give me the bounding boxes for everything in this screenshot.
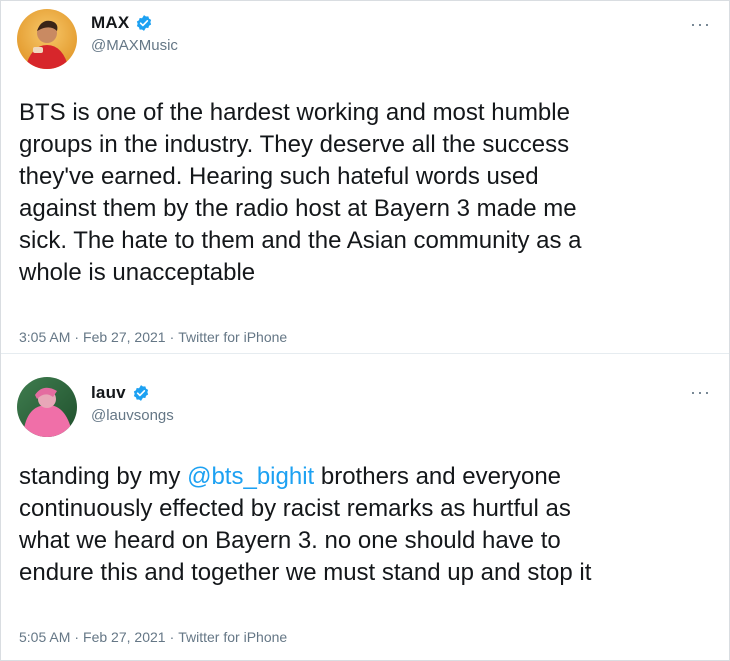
tweet-source[interactable]: Twitter for iPhone: [178, 329, 287, 345]
avatar[interactable]: [17, 9, 77, 69]
tweet-card-max[interactable]: MAX @MAXMusic ··· BTS is one of the hard…: [1, 1, 729, 353]
author-name-row: MAX: [91, 13, 153, 33]
tweet-source[interactable]: Twitter for iPhone: [178, 629, 287, 645]
verified-badge-icon: [132, 384, 150, 402]
mention-link[interactable]: @bts_bighit: [187, 463, 314, 490]
display-name[interactable]: lauv: [91, 383, 126, 403]
tweet-text: standing by my @bts_bighit brothers and …: [19, 461, 709, 589]
tweet-metadata: 5:05 AM · Feb 27, 2021 · Twitter for iPh…: [19, 629, 287, 645]
more-options-icon[interactable]: ···: [690, 15, 711, 33]
more-options-icon[interactable]: ···: [690, 383, 711, 401]
display-name[interactable]: MAX: [91, 13, 129, 33]
tweet-text-before-mention: standing by my: [19, 463, 188, 490]
tweet-time[interactable]: 5:05 AM: [19, 629, 70, 645]
meta-separator: ·: [74, 329, 80, 345]
avatar-photo-icon: [17, 377, 77, 437]
author-name-row: lauv: [91, 383, 150, 403]
meta-separator: ·: [169, 329, 175, 345]
tweet-screenshot-frame: MAX @MAXMusic ··· BTS is one of the hard…: [0, 0, 730, 661]
avatar[interactable]: [17, 377, 77, 437]
meta-separator: ·: [169, 629, 175, 645]
avatar-photo-icon: [17, 9, 77, 69]
handle[interactable]: @MAXMusic: [91, 37, 178, 54]
tweet-time[interactable]: 3:05 AM: [19, 329, 70, 345]
tweet-date[interactable]: Feb 27, 2021: [83, 629, 166, 645]
tweet-card-lauv[interactable]: lauv @lauvsongs ··· standing by my @bts_…: [1, 353, 729, 660]
handle[interactable]: @lauvsongs: [91, 407, 174, 424]
tweet-date[interactable]: Feb 27, 2021: [83, 329, 166, 345]
verified-badge-icon: [135, 14, 153, 32]
meta-separator: ·: [74, 629, 80, 645]
tweet-text: BTS is one of the hardest working and mo…: [19, 99, 582, 286]
tweet-metadata: 3:05 AM · Feb 27, 2021 · Twitter for iPh…: [19, 329, 287, 345]
